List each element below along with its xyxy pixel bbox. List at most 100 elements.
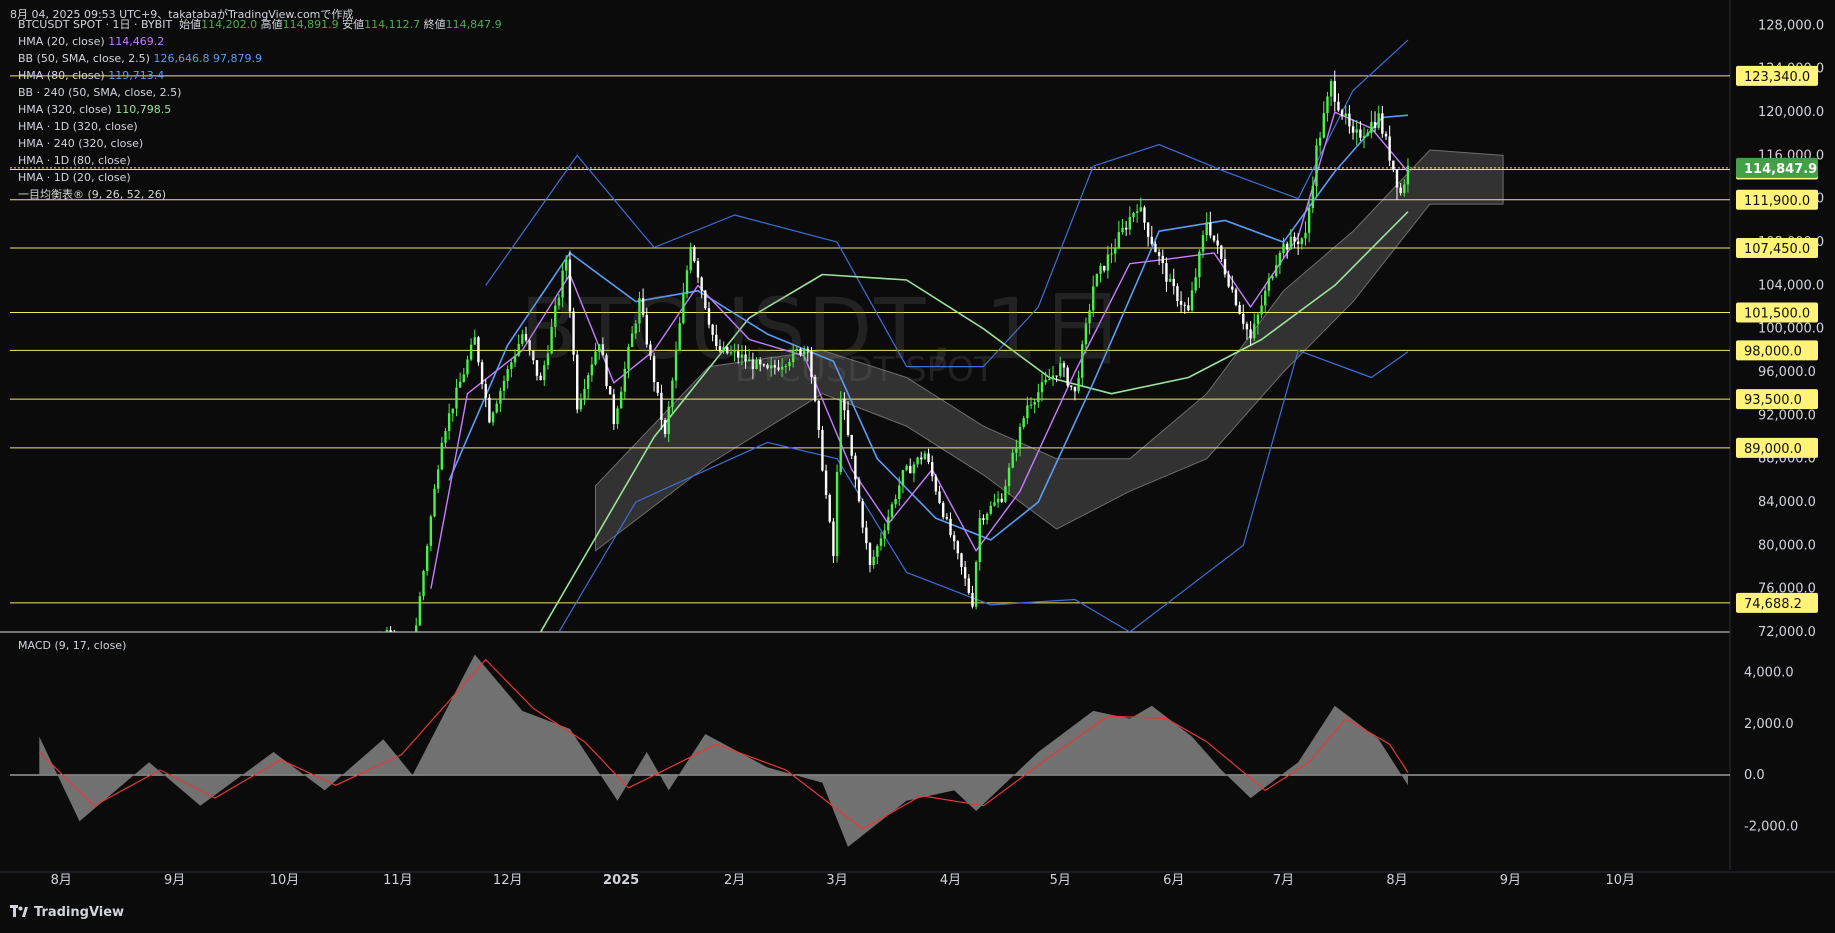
candle-body — [513, 355, 517, 363]
indicator-name: 一目均衡表® (9, 26, 52, 26) — [18, 188, 167, 201]
candle-body — [1026, 405, 1029, 419]
candle-body — [1318, 137, 1322, 146]
indicator-name: HMA · 1D (320, close) — [18, 120, 138, 133]
candle-body — [1329, 81, 1333, 97]
candle-body — [1355, 129, 1358, 133]
indicator-value: 114,469.2 — [108, 35, 165, 48]
candle-body — [1124, 227, 1128, 230]
indicator-row[interactable]: HMA (80, close) 119,713.4 — [18, 67, 502, 84]
candle-body — [1395, 169, 1399, 188]
candle-body — [1399, 187, 1402, 194]
candle-body — [671, 380, 674, 407]
candle-body — [1362, 135, 1366, 138]
candle-body — [1033, 401, 1036, 405]
candle-body — [451, 408, 455, 414]
indicator-row[interactable]: HMA · 1D (80, close) — [18, 152, 502, 169]
candle-body — [1340, 110, 1344, 117]
candle-body — [612, 394, 616, 425]
candle-body — [916, 457, 919, 465]
candle-body — [1150, 236, 1153, 244]
time-tick-label: 12月 — [493, 873, 523, 888]
candle-body — [1245, 323, 1249, 330]
candle-body — [1161, 255, 1164, 264]
indicator-name: HMA · 1D (80, close) — [18, 154, 131, 167]
candle-body — [1289, 236, 1293, 250]
candle-body — [821, 429, 824, 471]
candle-body — [484, 384, 487, 398]
candle-body — [1406, 165, 1410, 185]
indicator-name: HMA (80, close) — [18, 69, 105, 82]
candle-body — [1366, 132, 1369, 136]
candle-body — [967, 578, 971, 593]
candle-body — [945, 517, 949, 519]
candle-body — [469, 344, 473, 360]
candle-body — [1146, 222, 1150, 237]
indicator-row[interactable]: HMA (320, close) 110,798.5 — [18, 101, 502, 118]
candle-body — [890, 504, 894, 517]
indicator-value: 126,646.8 97,879.9 — [153, 52, 262, 65]
candle-body — [1227, 274, 1230, 287]
candle-body — [1015, 448, 1018, 453]
indicator-row[interactable]: 一目均衡表® (9, 26, 52, 26) — [18, 186, 502, 203]
time-tick-label: 5月 — [1050, 873, 1071, 888]
candle-body — [1172, 278, 1175, 287]
candle-body — [1000, 498, 1003, 502]
candle-body — [828, 494, 831, 522]
indicator-row[interactable]: HMA (20, close) 114,469.2 — [18, 33, 502, 50]
candle-body — [1154, 243, 1157, 253]
candle-body — [466, 359, 469, 375]
indicator-name: HMA · 1D (20, close) — [18, 171, 131, 184]
candle-body — [660, 392, 663, 420]
level-price-label: 98,000.0 — [1744, 344, 1802, 359]
candle-body — [1157, 252, 1161, 256]
candle-body — [495, 403, 498, 413]
candle-body — [477, 337, 480, 363]
indicator-row[interactable]: BB (50, SMA, close, 2.5) 126,646.8 97,87… — [18, 50, 502, 67]
candle-body — [429, 516, 433, 546]
price-tick-label: 100,000.0 — [1758, 322, 1824, 337]
candle-body — [923, 453, 927, 460]
candle-body — [887, 516, 890, 531]
time-tick-label: 2月 — [724, 873, 745, 888]
indicator-row[interactable]: HMA · 240 (320, close) — [18, 135, 502, 152]
candle-body — [663, 419, 667, 434]
indicator-row[interactable]: HMA · 1D (320, close) — [18, 118, 502, 135]
indicator-row[interactable]: BB · 240 (50, SMA, close, 2.5) — [18, 84, 502, 101]
candle-body — [905, 465, 908, 471]
level-price-label: 74,688.2 — [1744, 597, 1802, 612]
candle-body — [832, 521, 835, 557]
symbol-legend-row[interactable]: BTCUSDT SPOT · 1日 · BYBIT 始値114,202.0 高値… — [18, 16, 502, 33]
candle-body — [898, 485, 901, 500]
close-label: 終値 — [423, 18, 446, 31]
level-price-label: 123,340.0 — [1744, 70, 1810, 85]
candle-body — [1373, 121, 1377, 128]
price-tick-label: 104,000.0 — [1758, 278, 1824, 293]
candle-body — [1117, 232, 1121, 249]
candle-body — [1238, 305, 1241, 314]
macd-tick-label: 0.0 — [1744, 768, 1765, 783]
time-tick-label: 8月 — [51, 873, 72, 888]
chart-legend: BTCUSDT SPOT · 1日 · BYBIT 始値114,202.0 高値… — [18, 16, 502, 203]
level-price-label: 107,450.0 — [1744, 242, 1810, 257]
candle-body — [455, 387, 458, 409]
candle-body — [963, 567, 967, 579]
candle-body — [458, 382, 462, 388]
candle-body — [982, 518, 985, 520]
time-tick-label: 4月 — [940, 873, 961, 888]
candle-body — [1135, 211, 1139, 213]
macd-legend[interactable]: MACD (9, 17, close) — [18, 639, 126, 652]
candle-body — [912, 464, 916, 474]
candle-body — [1139, 207, 1143, 212]
symbol-name: BTCUSDT SPOT · 1日 · BYBIT — [18, 18, 173, 31]
footer-brand[interactable]: TradingView — [10, 905, 124, 920]
candle-body — [1201, 235, 1205, 252]
time-tick-label: 3月 — [826, 873, 847, 888]
candle-body — [1231, 286, 1234, 290]
time-axis[interactable]: 8月 9月 10月 11月 12月 2025 2月 3月 4月 5月 6月 7月 8月 9月 10月 — [51, 873, 1635, 888]
candle-body — [931, 461, 934, 477]
candle-body — [1344, 113, 1347, 117]
candle-body — [1242, 313, 1245, 324]
price-tick-label: 120,000.0 — [1758, 105, 1824, 120]
indicator-row[interactable]: HMA · 1D (20, close) — [18, 169, 502, 186]
candle-body — [1275, 265, 1278, 277]
